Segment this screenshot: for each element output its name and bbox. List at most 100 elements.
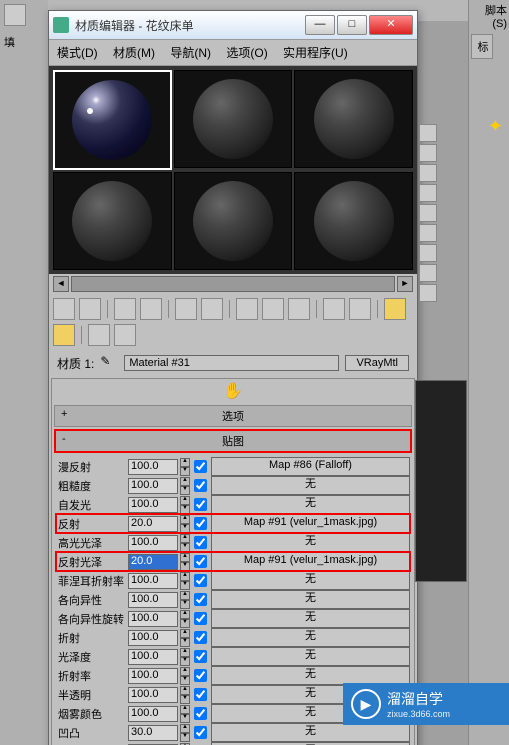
spinner-buttons[interactable]: ▲▼ (180, 705, 190, 723)
show-map-icon[interactable] (323, 298, 345, 320)
options-icon[interactable] (419, 244, 437, 262)
show-end-result-icon[interactable] (349, 298, 371, 320)
rollout-maps[interactable]: - 贴图 (54, 429, 412, 453)
scroll-right-icon[interactable]: ► (397, 276, 413, 292)
material-id-icon[interactable] (288, 298, 310, 320)
param-enable-checkbox[interactable] (194, 707, 207, 720)
param-enable-checkbox[interactable] (194, 631, 207, 644)
material-name-input[interactable] (124, 355, 339, 371)
map-slot-button[interactable]: 无 (211, 476, 410, 495)
video-check-icon[interactable] (419, 204, 437, 222)
copy-icon[interactable] (201, 298, 223, 320)
sample-type-icon[interactable] (419, 124, 437, 142)
spinner-buttons[interactable]: ▲▼ (180, 667, 190, 685)
menu-mode[interactable]: 模式(D) (57, 46, 98, 60)
left-icon[interactable] (4, 4, 26, 26)
param-enable-checkbox[interactable] (194, 593, 207, 606)
param-enable-checkbox[interactable] (194, 536, 207, 549)
map-slot-button[interactable]: 无 (211, 647, 410, 666)
go-parent-icon[interactable] (384, 298, 406, 320)
param-enable-checkbox[interactable] (194, 574, 207, 587)
menu-material[interactable]: 材质(M) (113, 46, 155, 60)
scroll-track[interactable] (71, 276, 395, 292)
sample-slot-2[interactable] (174, 70, 293, 168)
spinner-buttons[interactable]: ▲▼ (180, 553, 190, 571)
menu-scripts[interactable]: 脚本(S) (469, 0, 509, 32)
sample-scrollbar[interactable]: ◄ ► (49, 274, 417, 294)
param-enable-checkbox[interactable] (194, 669, 207, 682)
param-value-input[interactable]: 100.0 (128, 668, 178, 684)
map-slot-button[interactable]: 无 (211, 590, 410, 609)
param-value-input[interactable]: 100.0 (128, 573, 178, 589)
map-slot-button[interactable]: 无 (211, 571, 410, 590)
rollout-options[interactable]: + 选项 (54, 405, 412, 427)
map-slot-button[interactable]: Map #91 (velur_1mask.jpg) (211, 514, 410, 533)
right-tab-label[interactable]: 标 (471, 34, 493, 59)
go-forward-icon[interactable] (53, 324, 75, 346)
param-value-input[interactable]: 30.0 (128, 725, 178, 741)
material-type-button[interactable]: VRayMtl (345, 355, 409, 371)
map-slot-button[interactable]: 无 (211, 628, 410, 647)
uv-tile-icon[interactable] (419, 184, 437, 202)
param-value-input[interactable]: 100.0 (128, 478, 178, 494)
param-value-input[interactable]: 100.0 (128, 459, 178, 475)
param-value-input[interactable]: 20.0 (128, 554, 178, 570)
param-value-input[interactable]: 100.0 (128, 649, 178, 665)
backlight-icon[interactable] (419, 144, 437, 162)
map-slot-button[interactable]: Map #86 (Falloff) (211, 457, 410, 476)
spinner-buttons[interactable]: ▲▼ (180, 458, 190, 476)
reset-icon[interactable] (140, 298, 162, 320)
param-value-input[interactable]: 100.0 (128, 687, 178, 703)
sibling-prev-icon[interactable] (88, 324, 110, 346)
param-enable-checkbox[interactable] (194, 688, 207, 701)
preview-icon[interactable] (419, 224, 437, 242)
param-value-input[interactable]: 100.0 (128, 611, 178, 627)
spinner-buttons[interactable]: ▲▼ (180, 496, 190, 514)
param-enable-checkbox[interactable] (194, 555, 207, 568)
sample-slot-5[interactable] (174, 172, 293, 270)
spinner-buttons[interactable]: ▲▼ (180, 534, 190, 552)
map-slot-button[interactable]: 无 (211, 533, 410, 552)
param-value-input[interactable]: 100.0 (128, 592, 178, 608)
get-material-icon[interactable] (53, 298, 75, 320)
spinner-buttons[interactable]: ▲▼ (180, 648, 190, 666)
eyedropper-icon[interactable]: ✎ (100, 354, 118, 372)
param-value-input[interactable]: 100.0 (128, 535, 178, 551)
titlebar[interactable]: 材质编辑器 - 花纹床单 — □ ✕ (49, 11, 417, 40)
mat-map-nav-icon[interactable] (419, 284, 437, 302)
maximize-button[interactable]: □ (337, 15, 367, 35)
put-to-library-icon[interactable] (262, 298, 284, 320)
param-enable-checkbox[interactable] (194, 498, 207, 511)
param-enable-checkbox[interactable] (194, 479, 207, 492)
close-button[interactable]: ✕ (369, 15, 413, 35)
delete-icon[interactable] (175, 298, 197, 320)
spinner-buttons[interactable]: ▲▼ (180, 572, 190, 590)
put-to-scene-icon[interactable] (79, 298, 101, 320)
sibling-next-icon[interactable] (114, 324, 136, 346)
map-slot-button[interactable]: 无 (211, 723, 410, 742)
make-unique-icon[interactable] (236, 298, 258, 320)
spinner-buttons[interactable]: ▲▼ (180, 629, 190, 647)
spinner-buttons[interactable]: ▲▼ (180, 515, 190, 533)
pan-hand-icon[interactable]: ✋ (52, 379, 414, 403)
sample-slot-6[interactable] (294, 172, 413, 270)
assign-icon[interactable] (114, 298, 136, 320)
param-enable-checkbox[interactable] (194, 517, 207, 530)
map-slot-button[interactable]: 无 (211, 609, 410, 628)
param-enable-checkbox[interactable] (194, 726, 207, 739)
map-slot-button[interactable]: 无 (211, 495, 410, 514)
select-by-mat-icon[interactable] (419, 264, 437, 282)
spinner-buttons[interactable]: ▲▼ (180, 591, 190, 609)
minimize-button[interactable]: — (305, 15, 335, 35)
spinner-buttons[interactable]: ▲▼ (180, 686, 190, 704)
param-enable-checkbox[interactable] (194, 612, 207, 625)
background-icon[interactable] (419, 164, 437, 182)
sample-slot-4[interactable] (53, 172, 172, 270)
menu-options[interactable]: 选项(O) (226, 46, 267, 60)
scroll-left-icon[interactable]: ◄ (53, 276, 69, 292)
menu-navigation[interactable]: 导航(N) (170, 46, 211, 60)
param-value-input[interactable]: 100.0 (128, 630, 178, 646)
menu-utilities[interactable]: 实用程序(U) (283, 46, 348, 60)
spinner-buttons[interactable]: ▲▼ (180, 610, 190, 628)
param-value-input[interactable]: 100.0 (128, 706, 178, 722)
